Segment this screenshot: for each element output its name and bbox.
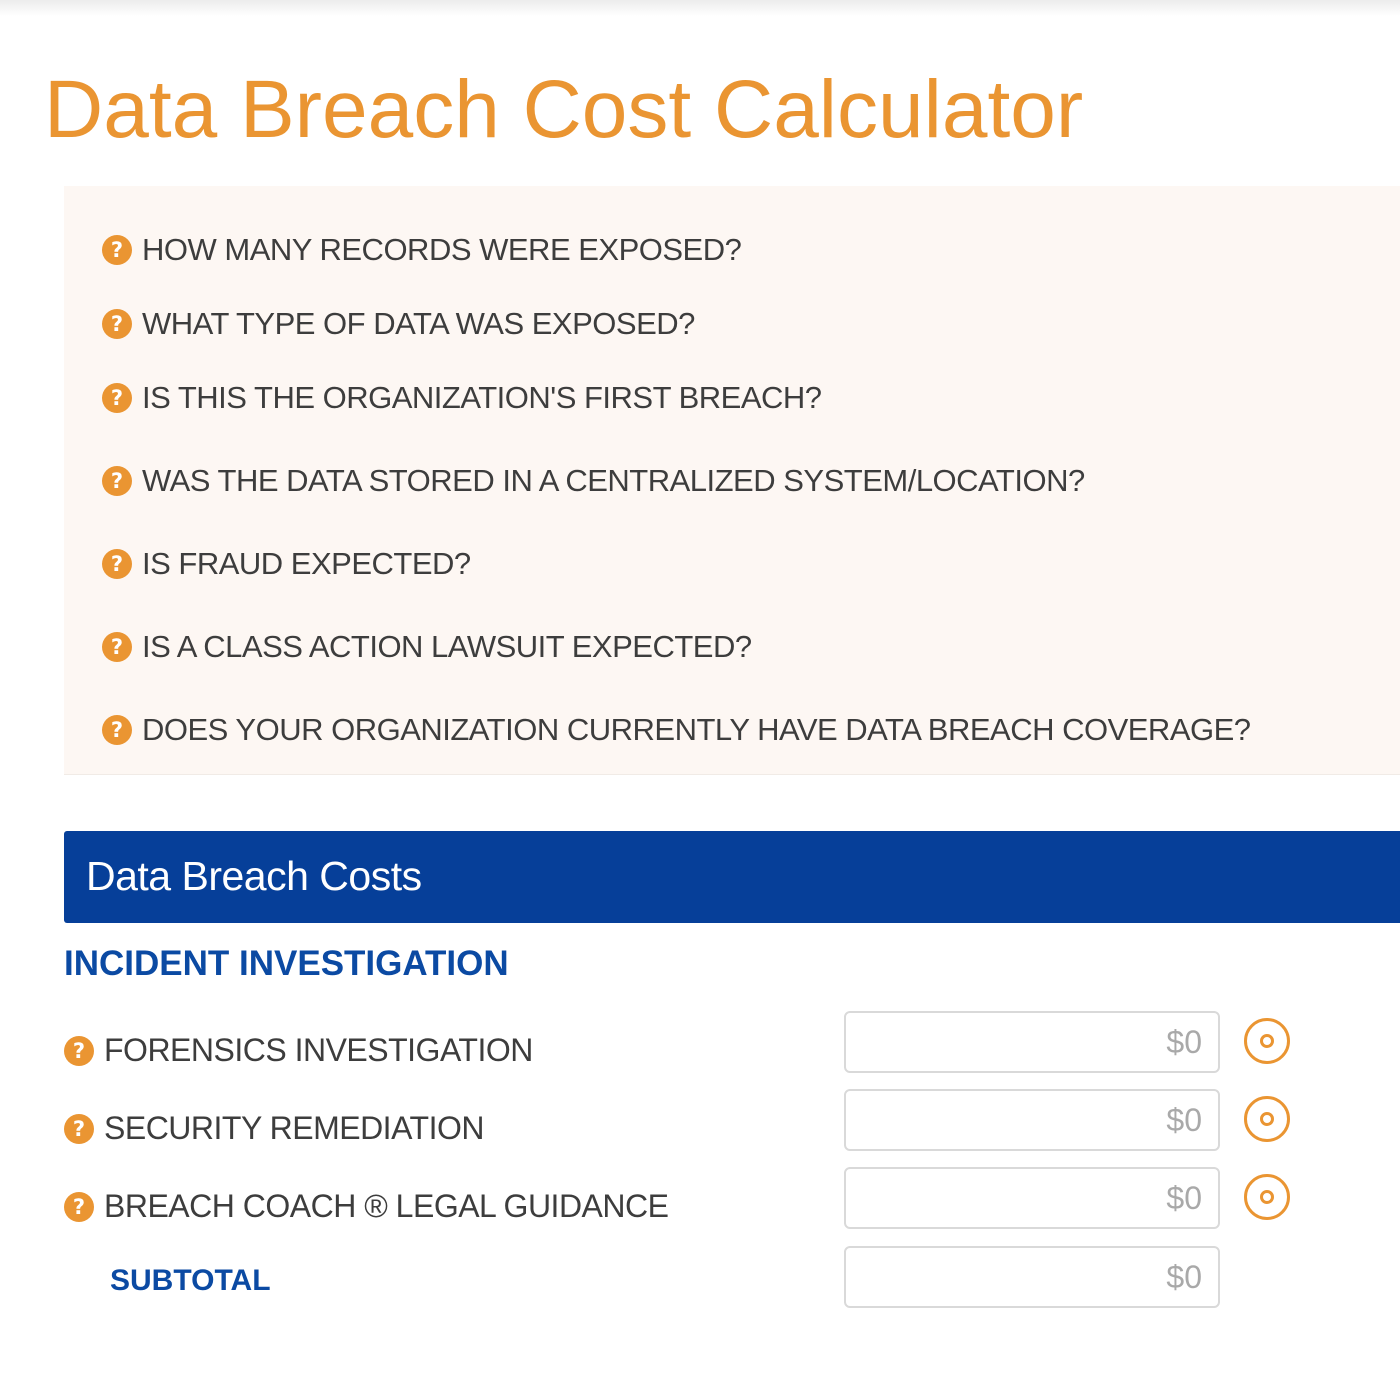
- help-icon[interactable]: ?: [64, 1035, 94, 1066]
- question-label: WAS THE DATA STORED IN A CENTRALIZED SYS…: [142, 463, 1085, 498]
- question-centralized-storage[interactable]: ? WAS THE DATA STORED IN A CENTRALIZED S…: [102, 463, 1085, 499]
- help-icon[interactable]: ?: [102, 549, 132, 579]
- forensics-investigation-label: ? FORENSICS INVESTIGATION: [64, 1032, 533, 1069]
- target-icon-center: [1260, 1112, 1274, 1126]
- help-icon[interactable]: ?: [102, 235, 132, 265]
- question-data-type[interactable]: ? WHAT TYPE OF DATA WAS EXPOSED?: [102, 306, 695, 342]
- help-icon[interactable]: ?: [64, 1113, 94, 1144]
- help-icon[interactable]: ?: [102, 632, 132, 662]
- security-remediation-input[interactable]: [844, 1089, 1220, 1151]
- subtotal-field: [844, 1246, 1220, 1308]
- question-fraud-expected[interactable]: ? IS FRAUD EXPECTED?: [102, 546, 471, 582]
- page-title: Data Breach Cost Calculator: [44, 64, 1084, 155]
- question-label: WHAT TYPE OF DATA WAS EXPOSED?: [142, 306, 695, 341]
- data-breach-costs-header: Data Breach Costs: [64, 831, 1400, 923]
- top-bar-shadow: [0, 0, 1400, 16]
- questions-panel: ? HOW MANY RECORDS WERE EXPOSED? ? WHAT …: [64, 186, 1400, 775]
- question-label: IS THIS THE ORGANIZATION'S FIRST BREACH?: [142, 380, 822, 415]
- row-label: FORENSICS INVESTIGATION: [104, 1032, 533, 1068]
- subtotal-label: SUBTOTAL: [110, 1264, 271, 1297]
- question-breach-coverage[interactable]: ? DOES YOUR ORGANIZATION CURRENTLY HAVE …: [102, 712, 1251, 748]
- row-label: SECURITY REMEDIATION: [104, 1110, 484, 1146]
- target-icon[interactable]: [1244, 1174, 1290, 1220]
- target-icon[interactable]: [1244, 1018, 1290, 1064]
- row-label: BREACH COACH ® LEGAL GUIDANCE: [104, 1188, 669, 1224]
- security-remediation-label: ? SECURITY REMEDIATION: [64, 1110, 484, 1147]
- help-icon[interactable]: ?: [102, 309, 132, 339]
- incident-investigation-heading: INCIDENT INVESTIGATION: [64, 944, 509, 983]
- question-label: HOW MANY RECORDS WERE EXPOSED?: [142, 232, 742, 267]
- breach-coach-legal-input[interactable]: [844, 1167, 1220, 1229]
- help-icon[interactable]: ?: [102, 466, 132, 496]
- help-icon[interactable]: ?: [102, 715, 132, 745]
- help-icon[interactable]: ?: [64, 1191, 94, 1222]
- target-icon-center: [1260, 1190, 1274, 1204]
- question-class-action[interactable]: ? IS A CLASS ACTION LAWSUIT EXPECTED?: [102, 629, 752, 665]
- help-icon[interactable]: ?: [102, 383, 132, 413]
- question-label: IS A CLASS ACTION LAWSUIT EXPECTED?: [142, 629, 752, 664]
- forensics-investigation-input[interactable]: [844, 1011, 1220, 1073]
- target-icon[interactable]: [1244, 1096, 1290, 1142]
- target-icon-center: [1260, 1034, 1274, 1048]
- question-label: DOES YOUR ORGANIZATION CURRENTLY HAVE DA…: [142, 712, 1251, 747]
- question-records-exposed[interactable]: ? HOW MANY RECORDS WERE EXPOSED?: [102, 232, 742, 268]
- question-label: IS FRAUD EXPECTED?: [142, 546, 471, 581]
- question-first-breach[interactable]: ? IS THIS THE ORGANIZATION'S FIRST BREAC…: [102, 380, 822, 416]
- breach-coach-legal-label: ? BREACH COACH ® LEGAL GUIDANCE: [64, 1188, 669, 1225]
- section-header-title: Data Breach Costs: [86, 853, 422, 899]
